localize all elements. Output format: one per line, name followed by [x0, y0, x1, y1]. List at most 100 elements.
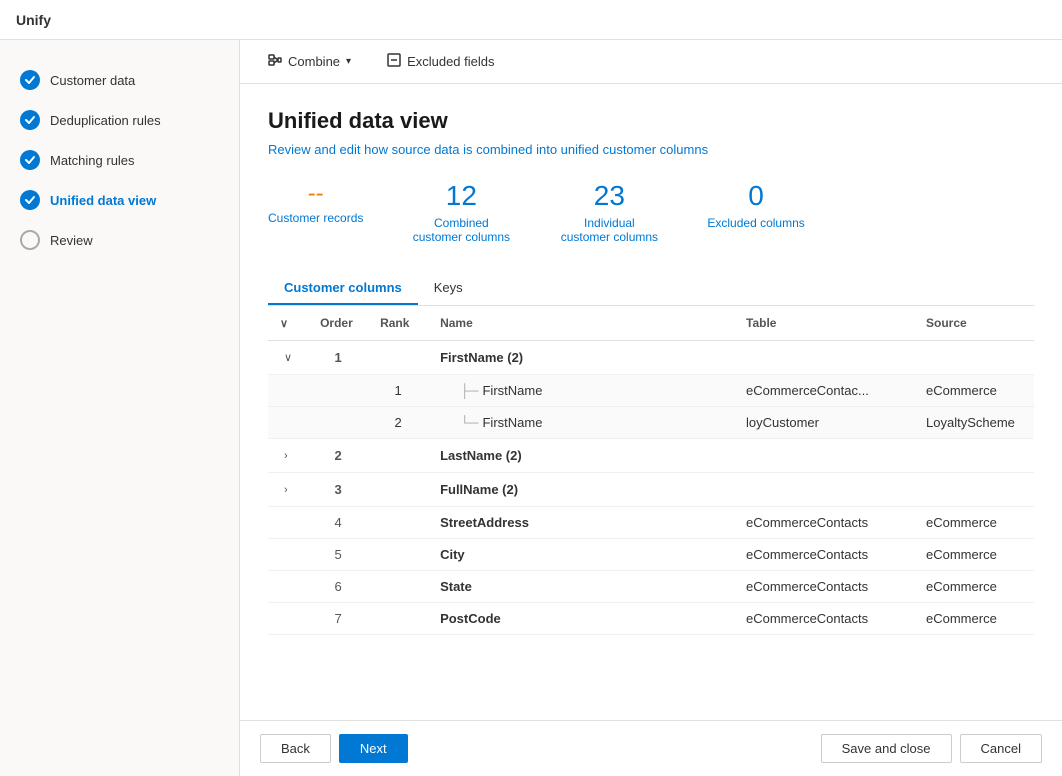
stat-label-individual-columns: Individual customer columns	[559, 216, 659, 244]
stat-value-customer-records: --	[308, 181, 324, 207]
stat-value-combined-columns: 12	[446, 181, 477, 212]
name-city: City	[428, 538, 734, 570]
th-order: Order	[308, 306, 368, 341]
name-fullname-group: FullName (2)	[428, 472, 734, 506]
stat-label-excluded-columns: Excluded columns	[707, 216, 804, 230]
table-header-row: ∨ Order Rank Name Table Source	[268, 306, 1034, 341]
table-row: › 2 LastName (2)	[268, 438, 1034, 472]
rank-fullname	[368, 472, 428, 506]
source-lastname-group	[914, 438, 1034, 472]
rank-streetaddress	[368, 506, 428, 538]
app-title: Unify	[16, 12, 51, 28]
order-fullname: 3	[308, 472, 368, 506]
next-button[interactable]: Next	[339, 734, 408, 763]
source-postcode: eCommerce	[914, 602, 1034, 634]
tree-line-icon: └─	[460, 415, 478, 430]
sidebar-label-deduplication-rules: Deduplication rules	[50, 113, 161, 128]
table-fn2: loyCustomer	[734, 406, 914, 438]
name-lastname-group: LastName (2)	[428, 438, 734, 472]
table-state: eCommerceContacts	[734, 570, 914, 602]
order-streetaddress: 4	[308, 506, 368, 538]
app-container: Unify Customer data Deduplication rules	[0, 0, 1062, 776]
bottom-bar: Back Next Save and close Cancel	[240, 720, 1062, 776]
source-city: eCommerce	[914, 538, 1034, 570]
source-state: eCommerce	[914, 570, 1034, 602]
order-lastname: 2	[308, 438, 368, 472]
th-name: Name	[428, 306, 734, 341]
content-area: Combine ▾ Excluded fields Unified data v…	[240, 40, 1062, 776]
page-title: Unified data view	[268, 108, 1034, 134]
table-fn1: eCommerceContac...	[734, 374, 914, 406]
source-fn1: eCommerce	[914, 374, 1034, 406]
expand-fullname-button[interactable]: ›	[280, 482, 292, 498]
expand-lastname-button[interactable]: ›	[280, 448, 292, 464]
sidebar-label-unified-data-view: Unified data view	[50, 193, 156, 208]
rank-firstname	[368, 340, 428, 374]
source-fn2: LoyaltyScheme	[914, 406, 1034, 438]
bottom-bar-right: Save and close Cancel	[821, 734, 1042, 763]
stat-customer-records: -- Customer records	[268, 181, 363, 244]
tabs: Customer columns Keys	[268, 272, 1034, 306]
table-row: 6 State eCommerceContacts eCommerce	[268, 570, 1034, 602]
expand-firstname-button[interactable]: ∨	[280, 349, 296, 366]
table-row: 2 └─FirstName loyCustomer LoyaltyScheme	[268, 406, 1034, 438]
order-firstname: 1	[308, 340, 368, 374]
check-icon-customer-data	[20, 70, 40, 90]
page-content: Unified data view Review and edit how so…	[240, 84, 1062, 720]
sidebar-item-matching-rules[interactable]: Matching rules	[0, 140, 239, 180]
name-state: State	[428, 570, 734, 602]
sort-chevron-icon: ∨	[280, 318, 288, 330]
data-table: ∨ Order Rank Name Table Source	[268, 306, 1034, 635]
table-lastname-group	[734, 438, 914, 472]
name-fn1: ├─FirstName	[428, 374, 734, 406]
tab-customer-columns[interactable]: Customer columns	[268, 272, 418, 305]
source-fullname-group	[914, 472, 1034, 506]
bottom-bar-left: Back Next	[260, 734, 408, 763]
stat-label-customer-records: Customer records	[268, 211, 363, 225]
name-fn2: └─FirstName	[428, 406, 734, 438]
stat-excluded-columns: 0 Excluded columns	[707, 181, 804, 244]
stat-value-excluded-columns: 0	[748, 181, 764, 212]
tree-line-icon: ├─	[460, 383, 478, 398]
source-streetaddress: eCommerce	[914, 506, 1034, 538]
table-row: 4 StreetAddress eCommerceContacts eComme…	[268, 506, 1034, 538]
order-postcode: 7	[308, 602, 368, 634]
table-row: 7 PostCode eCommerceContacts eCommerce	[268, 602, 1034, 634]
empty-circle-review	[20, 230, 40, 250]
name-postcode: PostCode	[428, 602, 734, 634]
excluded-fields-button[interactable]: Excluded fields	[379, 49, 502, 74]
order-state: 6	[308, 570, 368, 602]
order-city: 5	[308, 538, 368, 570]
table-row: 1 ├─FirstName eCommerceContac... eCommer…	[268, 374, 1034, 406]
th-source: Source	[914, 306, 1034, 341]
th-table: Table	[734, 306, 914, 341]
sidebar-item-review[interactable]: Review	[0, 220, 239, 260]
table-row: › 3 FullName (2)	[268, 472, 1034, 506]
stat-individual-columns: 23 Individual customer columns	[559, 181, 659, 244]
check-icon-matching-rules	[20, 150, 40, 170]
stat-combined-columns: 12 Combined customer columns	[411, 181, 511, 244]
combine-label: Combine	[288, 54, 340, 69]
stat-label-combined-columns: Combined customer columns	[411, 216, 511, 244]
back-button[interactable]: Back	[260, 734, 331, 763]
rank-city	[368, 538, 428, 570]
top-bar: Unify	[0, 0, 1062, 40]
name-streetaddress: StreetAddress	[428, 506, 734, 538]
cancel-button[interactable]: Cancel	[960, 734, 1042, 763]
sidebar-item-customer-data[interactable]: Customer data	[0, 60, 239, 100]
combine-button[interactable]: Combine ▾	[260, 49, 359, 74]
table-fullname-group	[734, 472, 914, 506]
tab-keys[interactable]: Keys	[418, 272, 479, 305]
save-close-button[interactable]: Save and close	[821, 734, 952, 763]
toolbar: Combine ▾ Excluded fields	[240, 40, 1062, 84]
table-firstname-group	[734, 340, 914, 374]
sidebar-item-unified-data-view[interactable]: Unified data view	[0, 180, 239, 220]
sidebar-label-customer-data: Customer data	[50, 73, 135, 88]
sidebar: Customer data Deduplication rules Matchi…	[0, 40, 240, 776]
page-subtitle: Review and edit how source data is combi…	[268, 142, 1034, 157]
excluded-fields-icon	[387, 53, 401, 70]
sidebar-item-deduplication-rules[interactable]: Deduplication rules	[0, 100, 239, 140]
th-rank: Rank	[368, 306, 428, 341]
check-icon-unified-data-view	[20, 190, 40, 210]
source-firstname-group	[914, 340, 1034, 374]
